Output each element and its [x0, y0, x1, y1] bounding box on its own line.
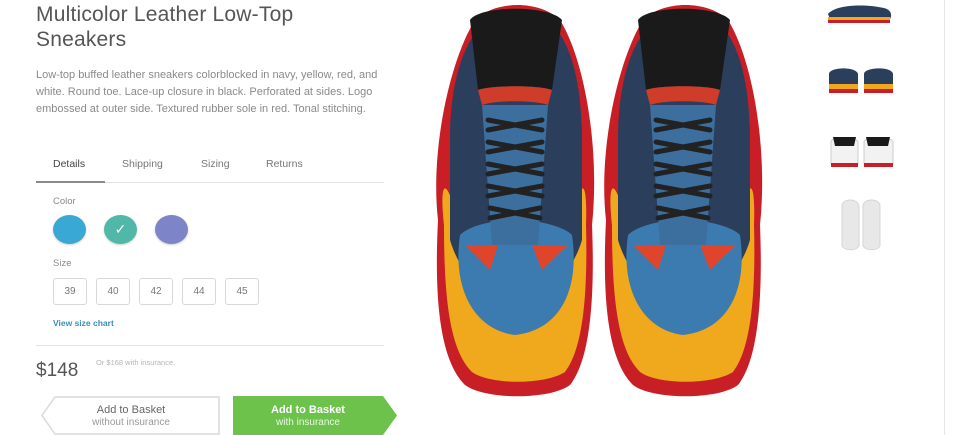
color-label: Color [53, 196, 76, 207]
tab-details[interactable]: Details [53, 158, 85, 170]
size-option-42[interactable]: 42 [139, 278, 173, 305]
tab-sizing[interactable]: Sizing [201, 158, 230, 170]
product-description: Low-top buffed leather sneakers colorblo… [36, 69, 378, 115]
thumbnail-back-view[interactable] [828, 134, 896, 170]
main-product-image [436, 5, 763, 397]
thumbnail-sole-view[interactable] [838, 196, 884, 252]
color-swatch-teal[interactable]: ✓ [104, 215, 137, 244]
right-sneaker [604, 5, 763, 397]
thumbnail-side-view[interactable] [826, 0, 894, 24]
size-label: Size [53, 258, 72, 269]
check-icon: ✓ [114, 221, 127, 238]
color-swatch-purple[interactable] [155, 215, 188, 244]
add-to-basket-with-insurance-button[interactable]: Add to Basket with insurance [233, 396, 397, 435]
left-sneaker [436, 5, 595, 397]
size-option-44[interactable]: 44 [182, 278, 216, 305]
add-to-basket-without-insurance-button[interactable]: Add to Basket without insurance [41, 396, 221, 435]
view-size-chart-link[interactable]: View size chart [53, 318, 114, 328]
product-title: Multicolor Leather Low-Top Sneakers [36, 3, 294, 51]
button-label: Add to Basket without insurance [92, 404, 170, 428]
size-option-40[interactable]: 40 [96, 278, 130, 305]
product-details-panel: Multicolor Leather Low-Top Sneakers Low-… [36, 0, 397, 435]
color-swatch-blue[interactable] [53, 215, 86, 244]
size-option-45[interactable]: 45 [225, 278, 259, 305]
tab-returns[interactable]: Returns [266, 158, 303, 170]
tab-shipping[interactable]: Shipping [122, 158, 163, 170]
price: $148 [36, 360, 79, 381]
active-tab-indicator [36, 181, 105, 183]
size-option-39[interactable]: 39 [53, 278, 87, 305]
button-label: Add to Basket with insurance [271, 404, 345, 428]
price-insurance-note: Or $168 with insurance. [96, 358, 176, 367]
right-edge-divider [944, 0, 945, 435]
divider [36, 345, 384, 346]
thumbnail-front-view[interactable] [826, 64, 896, 96]
info-tabs: Details Shipping Sizing Returns [36, 150, 384, 183]
